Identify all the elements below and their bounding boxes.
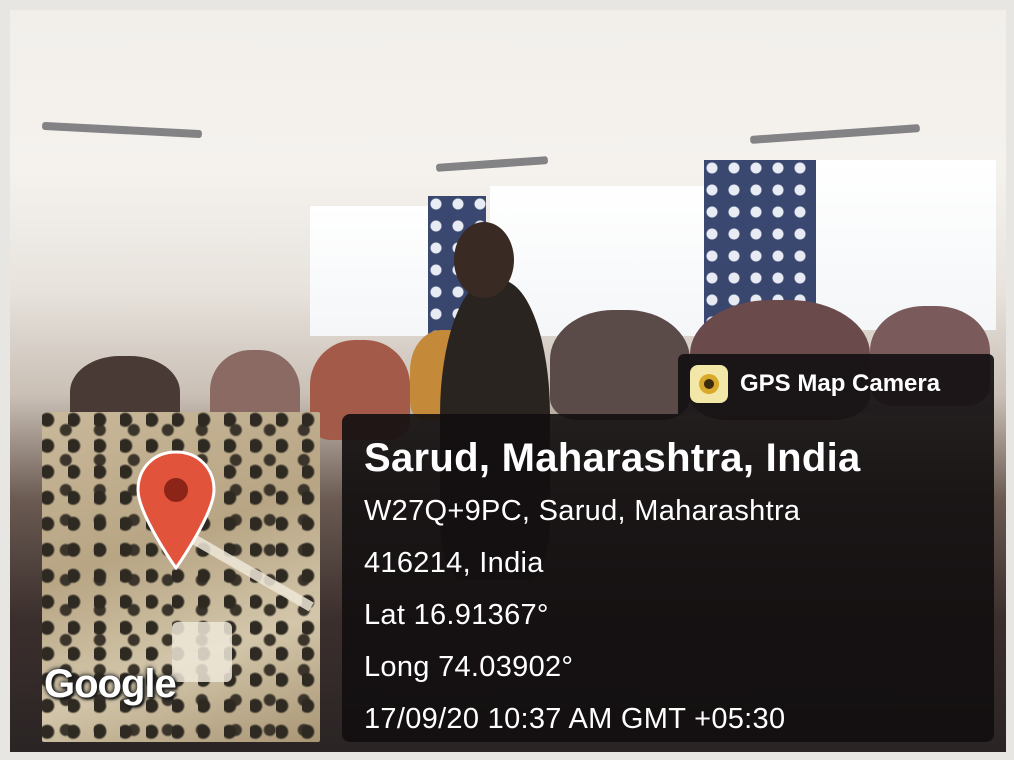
latitude: Lat 16.91367° xyxy=(364,599,549,631)
google-logo: Google xyxy=(44,662,177,706)
ceiling-light xyxy=(749,124,921,144)
map-area xyxy=(172,622,232,682)
gps-map-camera-app-icon xyxy=(690,365,728,403)
location-info-panel: Sarud, Maharashtra, India W27Q+9PC, Saru… xyxy=(342,414,994,742)
window xyxy=(310,206,430,336)
red-location-pin-icon xyxy=(136,450,216,570)
ceiling-light xyxy=(41,121,203,139)
window xyxy=(816,160,996,330)
address-line-1: W27Q+9PC, Sarud, Maharashtra xyxy=(364,495,801,527)
ceiling-light xyxy=(435,156,549,172)
address-line-2: 416214, India xyxy=(364,547,544,579)
student-head xyxy=(454,222,514,298)
student xyxy=(550,310,690,420)
longitude: Long 74.03902° xyxy=(364,651,574,683)
photo-frame: Google GPS Map Camera Sarud, Maharashtra… xyxy=(10,10,1006,752)
timestamp: 17/09/20 10:37 AM GMT +05:30 xyxy=(364,703,786,735)
location-title: Sarud, Maharashtra, India xyxy=(364,436,861,480)
app-name: GPS Map Camera xyxy=(740,370,941,397)
app-badge: GPS Map Camera xyxy=(678,354,994,414)
